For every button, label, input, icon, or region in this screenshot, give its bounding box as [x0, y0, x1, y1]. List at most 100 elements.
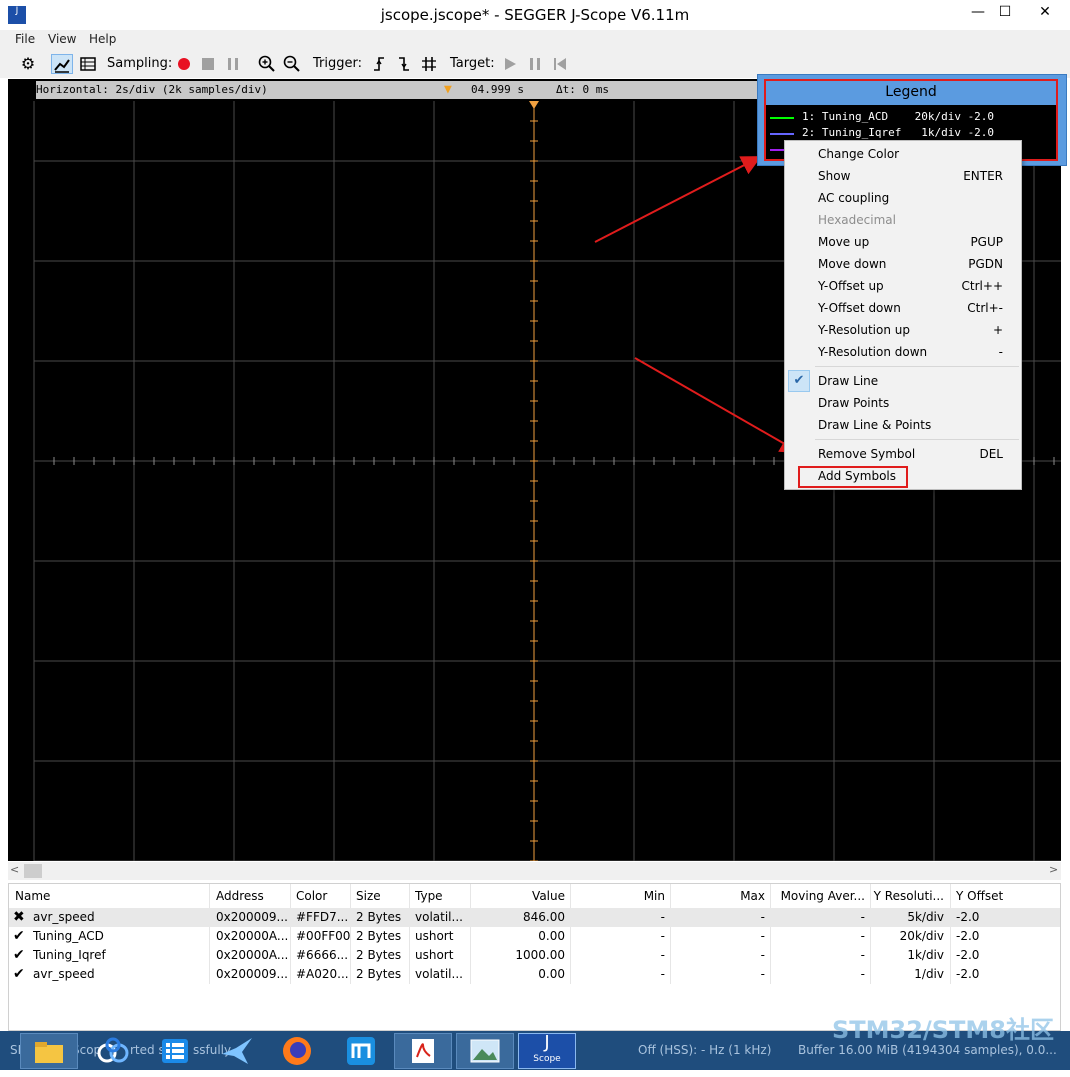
column-header-avg[interactable]: Moving Aver... — [770, 887, 865, 906]
cell-type: ushort — [415, 948, 454, 962]
menu-view[interactable]: View — [48, 32, 76, 46]
cell-max: - — [760, 910, 765, 924]
cell-color: #A020... — [296, 967, 349, 981]
scroll-thumb[interactable] — [24, 864, 42, 878]
maxthon-icon[interactable] — [332, 1033, 390, 1069]
menu-item-draw-line[interactable]: ✔ Draw Line — [785, 370, 1021, 392]
table-row[interactable]: ✔ Tuning_Iqref 0x20000A... #6666... 2 Bytes u… — [9, 946, 1060, 965]
gear-icon[interactable]: ⚙ — [18, 54, 38, 74]
column-header-max[interactable]: Max — [670, 887, 765, 906]
column-header-name[interactable]: Name — [15, 887, 211, 906]
scroll-left-icon[interactable]: < — [10, 863, 19, 876]
rising-edge-icon[interactable] — [369, 54, 389, 74]
trigger-position-marker[interactable] — [529, 101, 539, 109]
cell-address: 0x200009... — [216, 967, 288, 981]
menu-item-remove-symbol[interactable]: Remove Symbol DEL — [785, 443, 1021, 465]
add-symbols-highlight-box — [798, 466, 908, 488]
play-icon — [500, 54, 520, 74]
cell-type: volatil... — [415, 910, 463, 924]
menu-item-label: Remove Symbol — [818, 447, 916, 461]
column-header-min[interactable]: Min — [570, 887, 665, 906]
pdf-reader-icon[interactable] — [394, 1033, 452, 1069]
menu-separator — [815, 366, 1019, 367]
enabled-check-icon[interactable]: ✔ — [13, 927, 29, 946]
column-header-yoff[interactable]: Y Offset — [956, 887, 1056, 906]
table-row[interactable]: ✔ Tuning_ACD 0x20000A... #00FF00 2 Bytes usho… — [9, 927, 1060, 946]
close-button[interactable]: ✕ — [1022, 0, 1068, 24]
cell-value: 846.00 — [523, 910, 565, 924]
table-view-icon[interactable] — [77, 54, 99, 74]
jscope-icon[interactable]: J Scope — [518, 1032, 576, 1069]
app-grid-icon[interactable] — [146, 1033, 204, 1069]
menu-separator — [815, 439, 1019, 440]
menu-item-ac-coupling[interactable]: AC coupling — [785, 187, 1021, 209]
cell-max: - — [760, 929, 765, 943]
menu-item-show[interactable]: Show ENTER — [785, 165, 1021, 187]
maximize-button[interactable]: ☐ — [990, 0, 1020, 24]
menu-item-y-resolution-up[interactable]: Y-Resolution up + — [785, 319, 1021, 341]
menu-item-hexadecimal: Hexadecimal — [785, 209, 1021, 231]
cell-avg: - — [860, 967, 865, 981]
menu-item-move-up[interactable]: Move up PGUP — [785, 231, 1021, 253]
line-view-icon[interactable] — [51, 54, 73, 74]
zoom-out-icon[interactable] — [282, 54, 302, 74]
cell-size: 2 Bytes — [356, 948, 402, 962]
cell-address: 0x20000A... — [216, 929, 289, 943]
menu-item-y-offset-up[interactable]: Y-Offset up Ctrl++ — [785, 275, 1021, 297]
menu-item-label: Change Color — [818, 147, 900, 161]
menu-item-label: Draw Points — [818, 396, 890, 410]
pause-icon — [223, 54, 243, 74]
bird-app-icon[interactable] — [208, 1033, 266, 1069]
firefox-icon[interactable] — [268, 1033, 326, 1069]
cell-yoff: -2.0 — [956, 948, 980, 962]
menu-item-draw-points[interactable]: Draw Points — [785, 392, 1021, 414]
menu-item-shortcut: DEL — [979, 447, 1003, 461]
scroll-right-icon[interactable]: > — [1049, 863, 1058, 876]
both-edges-icon[interactable] — [419, 54, 439, 74]
menu-item-change-color[interactable]: Change Color — [785, 143, 1021, 165]
cell-type: volatil... — [415, 967, 463, 981]
menu-item-label: Draw Line — [818, 374, 879, 388]
menu-item-shortcut: Ctrl+- — [967, 301, 1003, 315]
cell-name: avr_speed — [33, 910, 95, 924]
cell-color: #00FF00 — [296, 929, 350, 943]
enabled-check-icon[interactable]: ✔ — [13, 946, 29, 965]
column-header-color[interactable]: Color — [296, 887, 350, 906]
menu-item-draw-line-points[interactable]: Draw Line & Points — [785, 414, 1021, 436]
menu-item-label: Draw Line & Points — [818, 418, 932, 432]
title-bar: J jscope.jscope* - SEGGER J-Scope V6.11m… — [0, 0, 1070, 30]
menu-file[interactable]: File — [15, 32, 35, 46]
cell-min: - — [660, 910, 665, 924]
column-header-value[interactable]: Value — [470, 887, 565, 906]
cell-min: - — [660, 967, 665, 981]
file-explorer-icon[interactable] — [20, 1033, 78, 1069]
menu-item-move-down[interactable]: Move down PGDN — [785, 253, 1021, 275]
baidu-netdisk-icon[interactable] — [84, 1033, 142, 1069]
table-row[interactable]: ✔ avr_speed 0x200009... #A020... 2 Bytes vola… — [9, 965, 1060, 984]
cell-min: - — [660, 948, 665, 962]
cell-name: avr_speed — [33, 967, 95, 981]
column-header-yres[interactable]: Y Resoluti... — [870, 887, 944, 906]
image-viewer-icon[interactable] — [456, 1033, 514, 1069]
minimize-button[interactable]: — — [963, 0, 993, 24]
disabled-x-icon[interactable]: ✖ — [13, 908, 29, 927]
column-header-type[interactable]: Type — [415, 887, 469, 906]
horizontal-scrollbar[interactable]: < > — [8, 862, 1061, 880]
menu-item-shortcut: + — [992, 323, 1003, 337]
cell-yres: 1/div — [914, 967, 944, 981]
cell-yoff: -2.0 — [956, 929, 980, 943]
horizontal-scale-label: Horizontal: 2s/div (2k samples/div) — [36, 83, 268, 96]
menu-item-y-offset-down[interactable]: Y-Offset down Ctrl+- — [785, 297, 1021, 319]
cell-color: #6666... — [296, 948, 349, 962]
column-header-size[interactable]: Size — [356, 887, 410, 906]
menu-item-label: Move up — [818, 235, 870, 249]
zoom-in-icon[interactable] — [257, 54, 277, 74]
table-row[interactable]: ✖ avr_speed 0x200009... #FFD7... 2 Bytes vola… — [9, 908, 1060, 927]
record-icon[interactable] — [174, 54, 194, 74]
menu-help[interactable]: Help — [89, 32, 116, 46]
enabled-check-icon[interactable]: ✔ — [13, 965, 29, 984]
menu-item-shortcut: PGDN — [968, 257, 1003, 271]
menu-item-y-resolution-down[interactable]: Y-Resolution down - — [785, 341, 1021, 363]
falling-edge-icon[interactable] — [394, 54, 414, 74]
column-header-address[interactable]: Address — [216, 887, 290, 906]
